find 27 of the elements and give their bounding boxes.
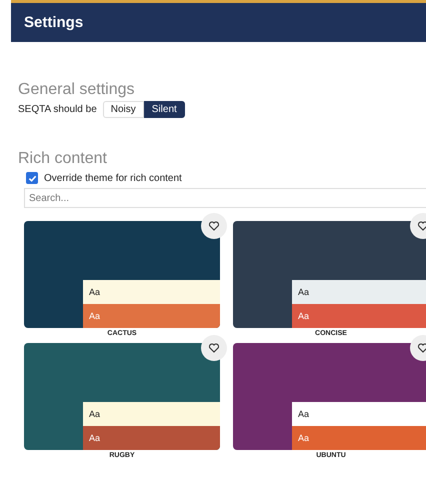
heart-icon <box>208 220 220 232</box>
mode-option[interactable]: Noisy <box>102 101 144 118</box>
theme-card[interactable]: Aa Aa <box>233 221 426 328</box>
override-checkbox[interactable] <box>26 172 38 184</box>
theme-card[interactable]: Aa Aa <box>233 343 426 450</box>
setting-label: SEQTA should be <box>18 104 97 115</box>
heart-icon <box>417 342 426 354</box>
search-field[interactable]: Search... <box>24 188 426 208</box>
favorite-button[interactable] <box>201 335 227 361</box>
favorite-button[interactable] <box>201 213 227 239</box>
heart-icon <box>417 220 426 232</box>
section-heading: Rich content <box>18 150 108 168</box>
text-sample: Aa <box>292 280 426 304</box>
text-sample: Aa <box>83 402 220 426</box>
checkbox-label: Override theme for rich content <box>44 172 182 184</box>
text-sample: Aa <box>292 402 426 426</box>
text-sample: Aa <box>292 304 426 328</box>
mode-option[interactable]: Silent <box>144 101 185 118</box>
text-sample: Aa <box>83 426 220 450</box>
section-heading: General settings <box>18 81 136 99</box>
heart-icon <box>208 342 220 354</box>
theme-card[interactable]: Aa Aa <box>24 221 220 328</box>
theme-card[interactable]: Aa Aa <box>24 343 220 450</box>
text-sample: Aa <box>83 304 220 328</box>
text-sample: Aa <box>292 426 426 450</box>
page-title: Settings <box>24 14 84 31</box>
text-sample: Aa <box>83 280 220 304</box>
